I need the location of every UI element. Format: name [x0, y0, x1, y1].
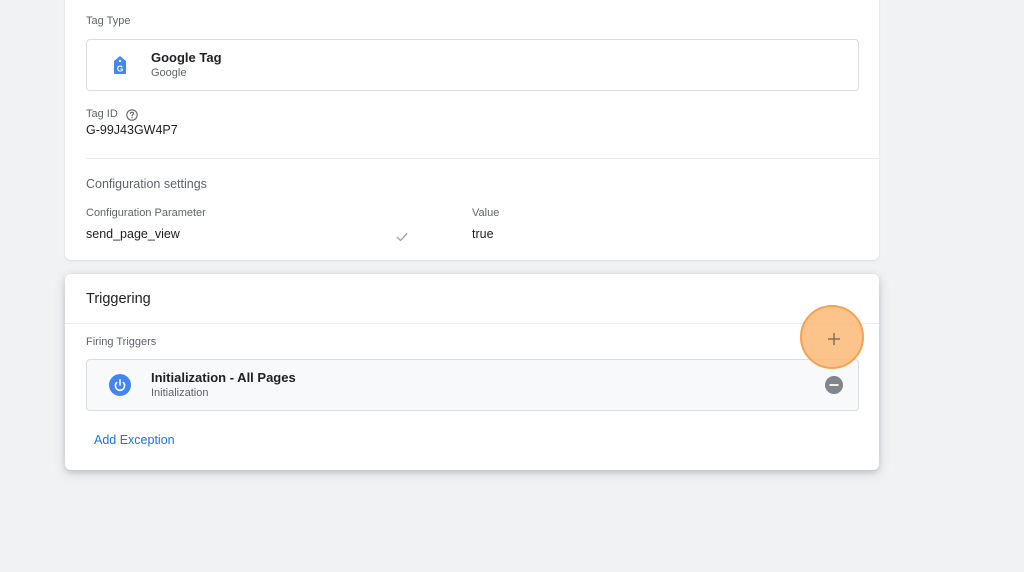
add-trigger-button[interactable] [800, 305, 864, 369]
tag-type-name: Google Tag [151, 50, 222, 65]
trigger-type: Initialization [151, 387, 209, 399]
plus-icon [828, 333, 840, 345]
google-tag-icon: G [109, 54, 131, 76]
tag-type-subtitle: Google [151, 67, 187, 79]
svg-text:G: G [117, 64, 124, 74]
tag-type-tile[interactable]: G Google Tag Google [86, 39, 859, 91]
param-name: send_page_view [86, 227, 180, 241]
add-exception-link[interactable]: Add Exception [94, 433, 175, 447]
check-icon [396, 229, 408, 247]
trigger-name: Initialization - All Pages [151, 370, 296, 385]
triggering-card: Triggering Firing Triggers Initializatio… [65, 274, 879, 470]
tag-type-label: Tag Type [86, 15, 131, 27]
config-settings-title: Configuration settings [86, 177, 207, 191]
triggering-title: Triggering [86, 291, 151, 307]
tag-configuration-card: Tag Type G Google Tag Google Tag ID G-99… [65, 0, 879, 260]
firing-triggers-label: Firing Triggers [86, 336, 157, 348]
tag-id-value: G-99J43GW4P7 [86, 123, 178, 137]
tag-id-label: Tag ID [86, 108, 118, 120]
trigger-item[interactable]: Initialization - All Pages Initializatio… [86, 359, 859, 411]
power-icon [109, 374, 131, 396]
section-divider [86, 158, 879, 159]
triggering-divider [65, 323, 879, 324]
remove-trigger-icon[interactable] [824, 375, 844, 395]
value-column-header: Value [472, 207, 500, 219]
param-column-header: Configuration Parameter [86, 207, 206, 219]
param-value: true [472, 227, 494, 241]
